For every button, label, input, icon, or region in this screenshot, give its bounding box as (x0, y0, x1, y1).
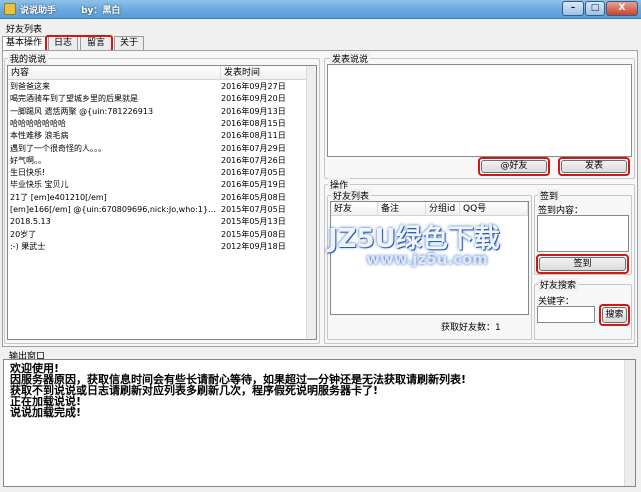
post-time-cell: 2016年07月05日 (221, 168, 286, 178)
post-content-cell: 遇到了一个很奇怪的人。。。 (10, 143, 106, 153)
table-row[interactable]: 喝完酒骑车到了望城乡里的后果就是 2016年09月20日 (8, 93, 306, 105)
post-time-cell: 2016年05月08日 (221, 192, 286, 202)
post-time-cell: 2012年09月18日 (221, 241, 286, 251)
at-friend-button[interactable]: @好友 (481, 160, 547, 173)
post-content-cell: 21了 [em]e401210[/em] (10, 192, 107, 202)
tab-basic-operations[interactable]: 基本操作 (2, 36, 46, 51)
friend-count-label: 获取好友数：1 (441, 323, 501, 333)
post-time-cell: 2016年07月26日 (221, 155, 286, 165)
post-content-cell: 哈哈哈哈哈哈哈 (10, 118, 66, 128)
publish-button[interactable]: 发表 (561, 160, 627, 173)
post-content-cell: :-) 果武士 (10, 241, 46, 251)
column-header-content[interactable]: 内容 (8, 66, 221, 80)
table-row[interactable]: 好气啊。。 2016年07月26日 (8, 155, 306, 167)
table-row[interactable]: [em]e166[/em] @{uin:670809696,nick:Jo,wh… (8, 204, 306, 216)
post-content-cell: 20岁了 (10, 229, 37, 239)
post-content-textarea[interactable] (327, 64, 632, 157)
post-content-cell: [em]e166[/em] @{uin:670809696,nick:Jo,wh… (10, 205, 216, 214)
table-row[interactable]: 21了 [em]e401210[/em] 2016年05月08日 (8, 192, 306, 204)
table-row[interactable]: 哈哈哈哈哈哈哈 2016年08月15日 (8, 118, 306, 130)
table-row[interactable]: 本性难移 浪毛病 2016年08月11日 (8, 130, 306, 142)
minimize-button[interactable]: – (562, 1, 584, 16)
table-row[interactable]: 2018.5.13 2015年05月13日 (8, 216, 306, 228)
my-posts-header: 内容 发表时间 (8, 66, 308, 80)
my-posts-title: 我的说说 (8, 52, 49, 65)
post-content-cell: 一脚踢风 遗恁两聚 @{uin:781226913 (10, 106, 154, 116)
post-content-cell: 好气啊。。 (10, 155, 46, 165)
table-row[interactable]: 生日快乐! 2016年07月05日 (8, 167, 306, 179)
sign-in-content-input[interactable] (537, 215, 629, 252)
column-header-time[interactable]: 发表时间 (221, 66, 308, 80)
post-content-cell: 到爸爸这来 (10, 82, 50, 91)
post-content-cell: 本性难移 浪毛病 (10, 131, 69, 141)
table-row[interactable]: 遇到了一个很奇怪的人。。。 2016年07月29日 (8, 143, 306, 155)
post-content-cell: 生日快乐! (10, 168, 46, 178)
window-title: 说说助手 by：黑白 (20, 6, 121, 16)
output-line: 说说加载完成! (10, 406, 82, 419)
friend-search-title: 好友搜索 (538, 278, 579, 291)
post-content-cell: 2018.5.13 (10, 217, 51, 227)
column-header-remark[interactable]: 备注 (378, 202, 426, 216)
keyword-input[interactable] (537, 306, 595, 323)
post-time-cell: 2016年09月27日 (221, 82, 286, 91)
post-time-cell: 2015年05月08日 (221, 229, 286, 239)
post-time-cell: 2015年05月13日 (221, 217, 286, 227)
post-time-cell: 2016年08月15日 (221, 118, 286, 128)
my-posts-list[interactable]: 内容 发表时间 到爸爸这来 2016年09月27日喝完酒骑车到了望城乡里的后果就是… (7, 65, 317, 340)
sign-in-title: 签到 (538, 189, 561, 202)
post-content-cell: 毕业快乐 宝贝儿 (10, 180, 69, 190)
menu-bar (0, 19, 641, 35)
menu-item-friend-list[interactable]: 好友列表 (6, 22, 42, 35)
table-row[interactable]: 20岁了 2015年05月08日 (8, 229, 306, 241)
my-posts-scrollbar[interactable] (306, 66, 316, 339)
table-row[interactable]: 毕业快乐 宝贝儿 2016年05月19日 (8, 179, 306, 191)
sign-in-button[interactable]: 签到 (539, 257, 626, 271)
watermark-url: www.jz5u.com (366, 250, 488, 268)
tab-about[interactable]: 关于 (114, 36, 144, 50)
output-window[interactable]: 欢迎使用! 因服务器原因，获取信息时间会有些长请耐心等待，如果超过一分钟还是无法获… (3, 359, 636, 487)
post-time-cell: 2016年07月29日 (221, 143, 286, 153)
search-button[interactable]: 搜索 (602, 307, 627, 323)
friend-list-header: 好友 备注 分组id QQ号 (331, 202, 528, 216)
column-header-group-id[interactable]: 分组id (426, 202, 460, 216)
app-icon (4, 3, 16, 15)
maximize-button[interactable]: □ (585, 1, 605, 16)
post-time-cell: 2016年09月20日 (221, 94, 286, 104)
output-scrollbar[interactable] (624, 360, 635, 486)
column-header-qq[interactable]: QQ号 (460, 202, 528, 216)
post-time-cell: 2016年09月13日 (221, 106, 286, 116)
close-button[interactable]: X (606, 1, 638, 16)
table-row[interactable]: 到爸爸这来 2016年09月27日 (8, 81, 306, 93)
post-time-cell: 2016年05月19日 (221, 180, 286, 190)
column-header-friend[interactable]: 好友 (331, 202, 378, 216)
post-time-cell: 2015年07月05日 (221, 205, 286, 214)
table-row[interactable]: :-) 果武士 2012年09月18日 (8, 241, 306, 253)
table-row[interactable]: 一脚踢风 遗恁两聚 @{uin:781226913 2016年09月13日 (8, 106, 306, 118)
post-content-cell: 喝完酒骑车到了望城乡里的后果就是 (10, 94, 138, 104)
post-time-cell: 2016年08月11日 (221, 131, 286, 141)
